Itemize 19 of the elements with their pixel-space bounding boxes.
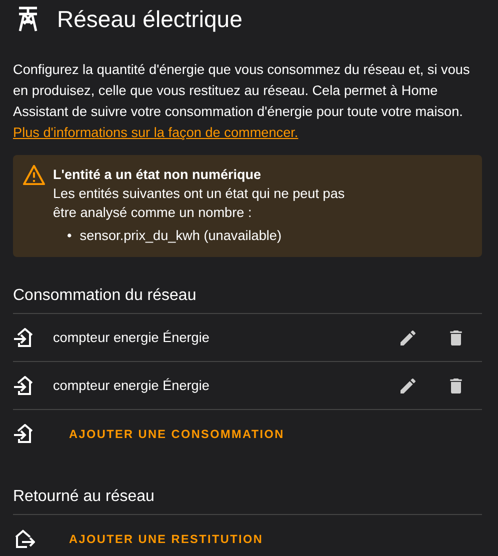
- home-import-icon: [13, 328, 35, 348]
- section-heading: Retourné au réseau: [13, 488, 482, 515]
- home-export-icon: [13, 529, 35, 549]
- home-import-icon: [13, 376, 35, 396]
- bullet: •: [67, 227, 72, 245]
- warning-message: Les entités suivantes ont un état qui ne peut pas être analysé comme un nombre :: [53, 185, 346, 222]
- home-import-icon: [13, 424, 35, 444]
- warning-icon: [23, 165, 45, 185]
- section-heading: Consommation du réseau: [13, 287, 482, 314]
- description-text: Configurez la quantité d'énergie que vous consommez du réseau et, si vous en produisez, celle que vous restituez au réseau. Cela permet à Home Assistant de suivre votre consommation d'énergie pour toute votre maison.: [13, 61, 471, 121]
- warning-title: L'entité a un état non numérique: [53, 166, 262, 184]
- entity-name: compteur energie Énergie: [53, 330, 210, 345]
- help-link[interactable]: Plus d'informations sur la façon de commencer.: [13, 122, 298, 143]
- add-button[interactable]: AJOUTER UNE CONSOMMATION: [61, 421, 292, 447]
- entity-item: sensor.prix_du_kwh (unavailable): [80, 227, 282, 245]
- add-button[interactable]: AJOUTER UNE RESTITUTION: [61, 526, 272, 552]
- section-title: Réseau électrique: [57, 6, 242, 32]
- power-tower-icon: [17, 6, 39, 32]
- entity-name: compteur energie Énergie: [53, 378, 210, 393]
